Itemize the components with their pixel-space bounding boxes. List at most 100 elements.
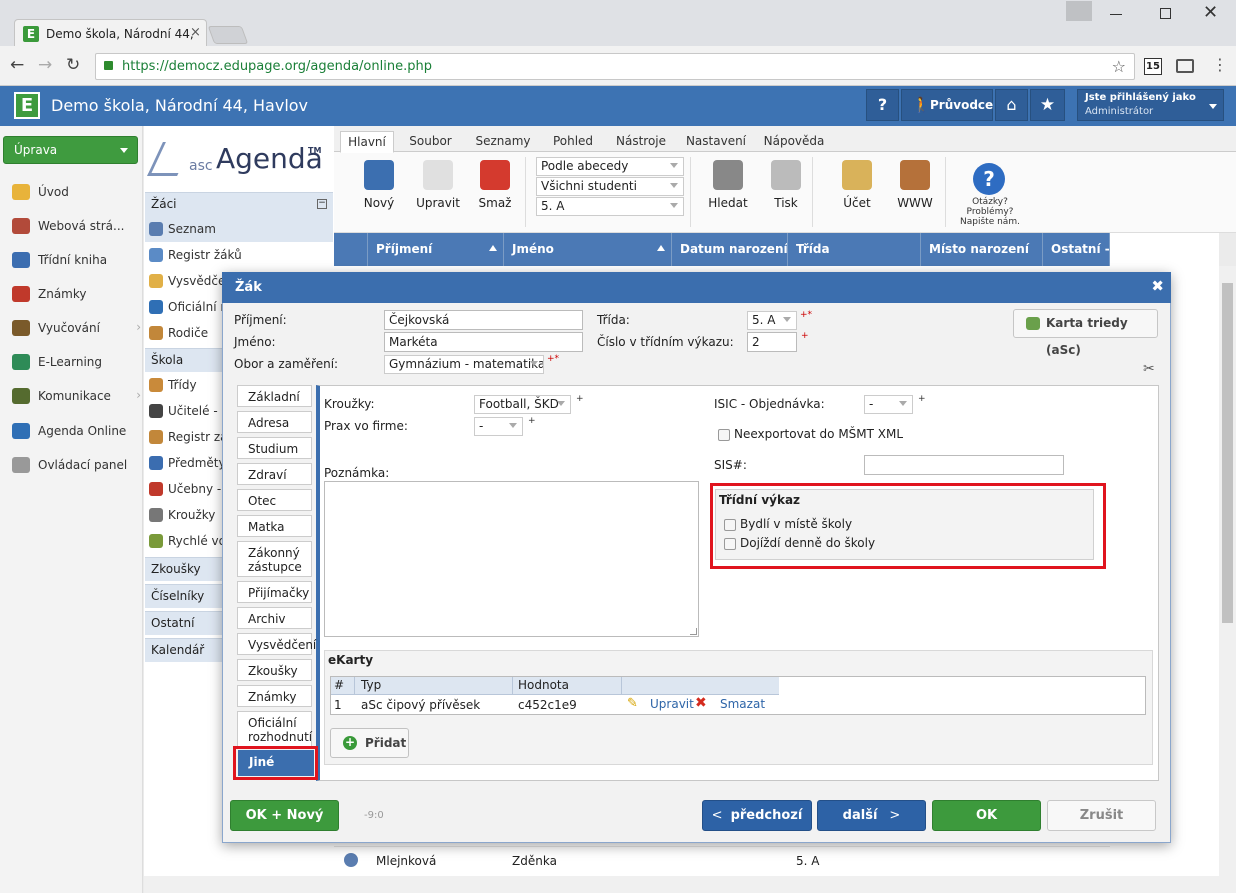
edit-button[interactable]: Upravit: [408, 160, 468, 210]
nav-item[interactable]: Webová strá...: [12, 215, 137, 237]
pencil-icon[interactable]: ✎: [627, 696, 638, 711]
class-field[interactable]: 5. A: [747, 311, 797, 330]
dialog-tab[interactable]: Adresa: [237, 411, 312, 433]
sort-select[interactable]: Podle abecedy: [536, 157, 684, 176]
help-text[interactable]: Otázky? Problémy? Napište nám.: [955, 197, 1025, 227]
help-question-icon[interactable]: ?: [973, 163, 1005, 195]
reload-icon[interactable]: ↻: [66, 55, 80, 75]
guide-button[interactable]: 🚶 Průvodce: [901, 89, 993, 121]
nav-item[interactable]: Úvod: [12, 181, 137, 203]
sidebar-item[interactable]: Seznam: [145, 216, 333, 242]
tab-close-icon[interactable]: ×: [190, 25, 201, 40]
grid-col-header[interactable]: Místo narození: [921, 233, 1043, 266]
tools-icon[interactable]: ✂: [1143, 361, 1155, 377]
dialog-tab[interactable]: Známky: [237, 685, 312, 707]
maximize-icon[interactable]: [1160, 8, 1171, 19]
delete-link[interactable]: Smazat: [720, 697, 765, 711]
dialog-tab[interactable]: Základní: [237, 385, 312, 407]
clubs-select[interactable]: Football, ŠKD: [474, 395, 571, 414]
user-menu[interactable]: Jste přihlášený jako Administrátor: [1077, 89, 1224, 121]
sis-field[interactable]: [864, 455, 1064, 475]
ok-button[interactable]: OK: [932, 800, 1041, 831]
prax-select[interactable]: -: [474, 417, 523, 436]
new-tab-button[interactable]: [207, 26, 249, 44]
grid-col-header[interactable]: Datum narození: [672, 233, 788, 266]
minimize-icon[interactable]: [1110, 14, 1122, 15]
sidebar-item[interactable]: Registr žáků: [145, 242, 333, 268]
next-button[interactable]: další >: [817, 800, 926, 831]
help-button[interactable]: ?: [866, 89, 899, 121]
resize-grip-icon[interactable]: [690, 628, 697, 635]
close-icon[interactable]: ✖: [1151, 277, 1164, 295]
ribbon-tab[interactable]: Nápověda: [759, 131, 829, 153]
isic-select[interactable]: -: [864, 395, 913, 414]
ribbon-tab[interactable]: Seznamy: [468, 131, 538, 153]
dialog-tab[interactable]: Zkoušky: [237, 659, 312, 681]
delete-x-icon[interactable]: ✖: [695, 695, 707, 711]
previous-button[interactable]: < předchozí: [702, 800, 812, 831]
cast-icon[interactable]: [1176, 59, 1194, 73]
cancel-button[interactable]: Zrušit: [1047, 800, 1156, 831]
nav-item[interactable]: Třídní kniha: [12, 249, 137, 271]
scrollbar-thumb[interactable]: [1222, 283, 1233, 623]
dialog-tab[interactable]: Otec: [237, 489, 312, 511]
field-select[interactable]: Gymnázium - matematika: [384, 355, 544, 374]
nav-item[interactable]: E-Learning: [12, 351, 137, 373]
ribbon-tab[interactable]: Soubor: [399, 131, 462, 153]
nav-item[interactable]: Agenda Online: [12, 420, 137, 442]
favorites-button[interactable]: ★: [1030, 89, 1065, 121]
grid-col-header[interactable]: Třída: [788, 233, 921, 266]
collapse-icon[interactable]: −: [317, 199, 327, 209]
add-button[interactable]: + Přidat: [330, 728, 409, 758]
nav-item[interactable]: Známky: [12, 283, 137, 305]
name-field[interactable]: Markéta: [384, 332, 583, 352]
dialog-tab[interactable]: Oficiální rozhodnutí: [237, 711, 312, 747]
class-select[interactable]: 5. A: [536, 197, 684, 216]
ribbon-tab[interactable]: Pohled: [544, 131, 602, 153]
edit-link[interactable]: Upravit: [650, 697, 694, 711]
surname-field[interactable]: Čejkovská: [384, 310, 583, 330]
filter-select[interactable]: Všichni studenti: [536, 177, 684, 196]
nav-item[interactable]: Ovládací panel: [12, 454, 137, 476]
delete-button[interactable]: Smaž: [465, 160, 525, 210]
ribbon-tab[interactable]: Hlavní: [340, 131, 394, 153]
account-button[interactable]: Účet: [827, 160, 887, 210]
search-button[interactable]: Hledat: [698, 160, 758, 210]
print-button[interactable]: Tisk: [756, 160, 816, 210]
menu-dots-icon[interactable]: ⋮: [1212, 55, 1228, 74]
new-button[interactable]: Nový: [349, 160, 409, 210]
dialog-tab[interactable]: Archiv: [237, 607, 312, 629]
ok-new-button[interactable]: OK + Nový: [230, 800, 339, 831]
www-button[interactable]: WWW: [885, 160, 945, 210]
close-window-icon[interactable]: ✕: [1203, 2, 1218, 23]
grid-col-header[interactable]: Ostatní - I: [1043, 233, 1110, 266]
home-button[interactable]: ⌂: [995, 89, 1028, 121]
ribbon-tab[interactable]: Nastavení: [680, 131, 752, 153]
bookmark-star-icon[interactable]: ☆: [1112, 57, 1126, 76]
edit-dropdown[interactable]: Úprava: [3, 136, 138, 164]
dialog-tab[interactable]: Matka: [237, 515, 312, 537]
browser-tab[interactable]: E Demo škola, Národní 44, ×: [14, 19, 207, 47]
nav-item[interactable]: Komunikace ›: [12, 385, 141, 407]
card-button[interactable]: Karta triedy (aSc): [1013, 309, 1158, 357]
address-bar[interactable]: https://democz.edupage.org/agenda/online…: [95, 53, 1135, 80]
dialog-tab[interactable]: Vysvědčení: [237, 633, 316, 655]
note-textarea[interactable]: [324, 481, 699, 637]
profile-icon[interactable]: [1066, 1, 1092, 21]
extension-calendar-icon[interactable]: 15: [1144, 58, 1162, 75]
nav-item[interactable]: Vyučování ›: [12, 317, 141, 339]
dialog-tab[interactable]: Studium: [237, 437, 312, 459]
back-icon[interactable]: ←: [10, 55, 24, 75]
no-export-checkbox[interactable]: [718, 429, 730, 441]
ribbon-tab[interactable]: Nástroje: [609, 131, 673, 153]
dialog-tab[interactable]: Zdraví: [237, 463, 312, 485]
dialog-tab[interactable]: Zákonný zástupce: [237, 541, 312, 577]
table-row[interactable]: Mlejnková Zděnka 5. A: [334, 846, 1110, 874]
section-zaci[interactable]: Žáci −: [145, 192, 333, 216]
dialog-tab[interactable]: Přijímačky: [237, 581, 312, 603]
forward-icon[interactable]: →: [38, 55, 52, 75]
grid-col-header[interactable]: Jméno: [504, 233, 672, 266]
ekarty-row[interactable]: 1 aSc čipový přívěsek c452c1e9 ✎ Upravit…: [331, 695, 779, 714]
grid-col-header[interactable]: Příjmení: [368, 233, 504, 266]
class-no-field[interactable]: 2: [747, 332, 797, 352]
